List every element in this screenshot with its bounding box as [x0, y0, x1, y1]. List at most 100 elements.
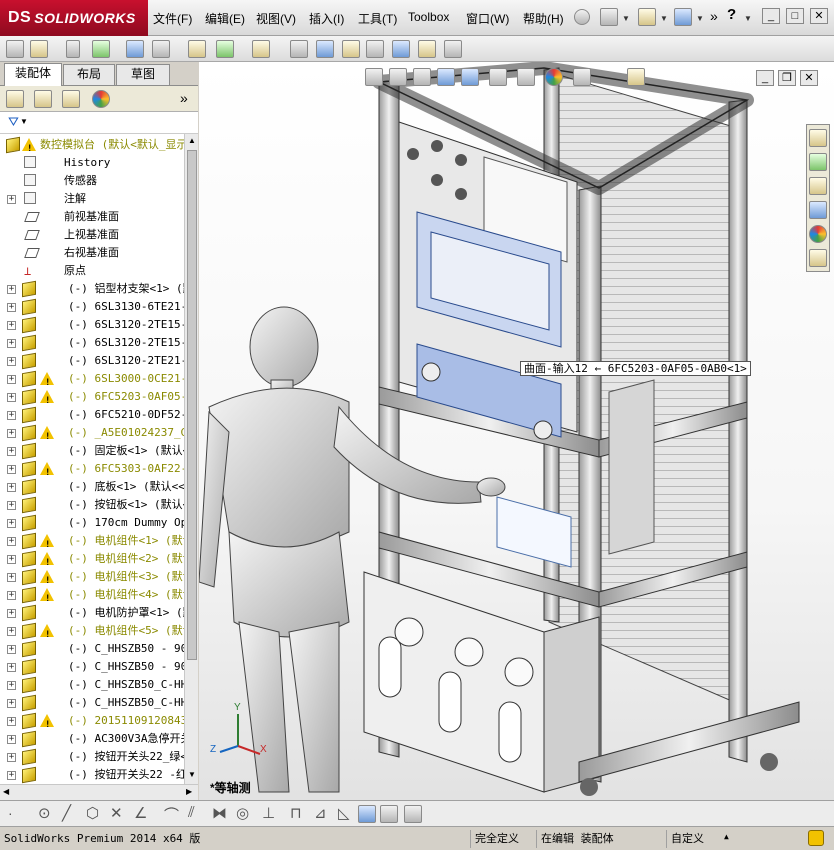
tree-vertical-scrollbar[interactable]: ▲ ▼	[184, 134, 198, 784]
new-dropdown-icon[interactable]: ▼	[622, 14, 630, 23]
expand-icon[interactable]: +	[7, 663, 16, 672]
tab-layout[interactable]: 布局	[63, 64, 115, 85]
previous-view-icon[interactable]	[413, 68, 431, 86]
tree-item[interactable]: + (-) 电机组件<3> (默认	[0, 568, 184, 586]
insert-components-icon[interactable]	[30, 40, 48, 58]
exploded-view-icon[interactable]	[342, 40, 360, 58]
tree-horizontal-scrollbar[interactable]: ◀ ▶	[0, 784, 198, 800]
tree-item[interactable]: + (-) C_HHSZB50 - 90_C-HH	[0, 658, 184, 676]
scroll-right-icon[interactable]: ▶	[186, 787, 192, 796]
menu-window[interactable]: 窗口(W)	[466, 10, 509, 27]
display-manager-icon[interactable]	[92, 90, 110, 108]
tree-item[interactable]: + (-) 铝型材支架<1> (默认<默认	[0, 280, 184, 298]
expand-icon[interactable]: +	[7, 285, 16, 294]
menu-view[interactable]: 视图(V)	[256, 10, 296, 27]
save-icon[interactable]	[674, 8, 692, 26]
tree-item[interactable]: + (-) 电机组件<5> (默认	[0, 622, 184, 640]
new-document-icon[interactable]	[600, 8, 618, 26]
filter-bar[interactable]: ⛛ ▼	[0, 112, 198, 134]
zoom-to-fit-icon[interactable]	[365, 68, 383, 86]
expand-icon[interactable]: +	[7, 321, 16, 330]
tree-item[interactable]: + (-) 6SL3130-6TE21-6AA3<	[0, 298, 184, 316]
open-dropdown-icon[interactable]: ▼	[660, 14, 668, 23]
scroll-left-icon[interactable]: ◀	[3, 787, 9, 796]
relations-icon[interactable]: ⊿	[314, 804, 327, 822]
expand-icon[interactable]: +	[7, 627, 16, 636]
expand-icon[interactable]: +	[7, 393, 16, 402]
view-palette-icon[interactable]	[809, 201, 827, 219]
menu-insert[interactable]: 插入(I)	[309, 10, 344, 27]
zoom-area-icon[interactable]	[389, 68, 407, 86]
help-question-icon[interactable]: ?	[727, 6, 736, 23]
expand-icon[interactable]: +	[7, 645, 16, 654]
corner-icon[interactable]: ∠	[134, 804, 147, 822]
more-icon[interactable]: »	[710, 8, 718, 24]
show-hidden-icon[interactable]	[188, 40, 206, 58]
tree-item[interactable]: History	[0, 154, 184, 172]
angle-icon[interactable]: ◺	[338, 804, 350, 822]
scroll-thumb[interactable]	[187, 150, 197, 660]
trim-icon[interactable]: ✕	[110, 804, 123, 822]
expand-icon[interactable]: +	[7, 573, 16, 582]
expand-icon[interactable]: +	[7, 537, 16, 546]
tree-item[interactable]: + (-) 固定板<1> (默认<<默	[0, 442, 184, 460]
expand-icon[interactable]: +	[7, 555, 16, 564]
configuration-manager-icon[interactable]	[62, 90, 80, 108]
smart-dimension-icon[interactable]: ⊓	[290, 804, 302, 822]
point-icon[interactable]: ·	[8, 805, 13, 821]
tab-sketch[interactable]: 草图	[116, 64, 170, 85]
filter-icon[interactable]: ⛛	[8, 114, 19, 130]
expand-icon[interactable]: +	[7, 411, 16, 420]
reference-geometry-icon[interactable]	[252, 40, 270, 58]
tree-item[interactable]: + (-) 底板<1> (默认<<默认	[0, 478, 184, 496]
tree-item[interactable]: + (-) 6SL3120-2TE15-0AA3<	[0, 316, 184, 334]
solidworks-logo[interactable]: DS SOLIDWORKS	[0, 0, 148, 36]
expand-icon[interactable]: +	[7, 699, 16, 708]
hide-show-items-icon[interactable]	[517, 68, 535, 86]
rebuild-icon[interactable]	[6, 40, 24, 58]
expand-icon[interactable]: +	[7, 519, 16, 528]
expand-icon[interactable]: +	[7, 501, 16, 510]
tree-item[interactable]: 传感器	[0, 172, 184, 190]
help-dropdown-icon[interactable]: ▼	[744, 14, 752, 23]
appearances-scenes-icon[interactable]	[809, 225, 827, 243]
expand-icon[interactable]: +	[7, 717, 16, 726]
expand-icon[interactable]: +	[7, 357, 16, 366]
tree-item[interactable]: + (-) 6SL3120-2TE15-0AA3<	[0, 334, 184, 352]
expand-icon[interactable]: +	[7, 753, 16, 762]
expand-icon[interactable]: +	[7, 195, 16, 204]
expand-icon[interactable]: +	[7, 483, 16, 492]
tree-item[interactable]: + (-) 2015110912084390	[0, 712, 184, 730]
units-arrow-icon[interactable]: ▲	[724, 832, 729, 841]
expand-icon[interactable]: +	[7, 429, 16, 438]
feature-manager-icon[interactable]	[6, 90, 24, 108]
expand-icon[interactable]: +	[7, 447, 16, 456]
tree-item[interactable]: + (-) 6SL3120-2TE21-0AA3<	[0, 352, 184, 370]
property-manager-icon[interactable]	[34, 90, 52, 108]
line-icon[interactable]: ╱	[62, 804, 71, 822]
assembly-features-icon[interactable]	[216, 40, 234, 58]
explode-line-sketch-icon[interactable]	[366, 40, 384, 58]
shaded-display-icon[interactable]	[358, 805, 376, 823]
tree-item[interactable]: 前视基准面	[0, 208, 184, 226]
tree-item[interactable]: + 注解	[0, 190, 184, 208]
tree-item[interactable]: + (-) 电机组件<1> (默认	[0, 532, 184, 550]
design-library-icon[interactable]	[809, 153, 827, 171]
menu-toolbox[interactable]: Toolbox	[408, 10, 449, 24]
doc-restore-button[interactable]: ❐	[778, 70, 796, 86]
restore-button[interactable]: □	[786, 8, 804, 24]
tree-item[interactable]: + (-) C_HHSZB50_C-HHSZB50	[0, 676, 184, 694]
tree-item[interactable]: 右视基准面	[0, 244, 184, 262]
filter-dropdown-icon[interactable]: ▼	[20, 117, 28, 126]
paperclip-icon[interactable]	[66, 40, 80, 58]
expand-icon[interactable]: +	[7, 303, 16, 312]
menu-tools[interactable]: 工具(T)	[358, 10, 397, 27]
menu-edit[interactable]: 编辑(E)	[205, 10, 245, 27]
tab-assembly[interactable]: 装配体	[4, 63, 62, 86]
edit-appearance-icon[interactable]	[545, 68, 563, 86]
tree-item[interactable]: ⊥ 原点	[0, 262, 184, 280]
expand-icon[interactable]: +	[7, 339, 16, 348]
tree-item[interactable]: + (-) 按钮开关头22 -红_绿	[0, 766, 184, 784]
expand-icon[interactable]: +	[7, 735, 16, 744]
tree-item[interactable]: + (-) C_HHSZB50_C-HHSZB50	[0, 694, 184, 712]
